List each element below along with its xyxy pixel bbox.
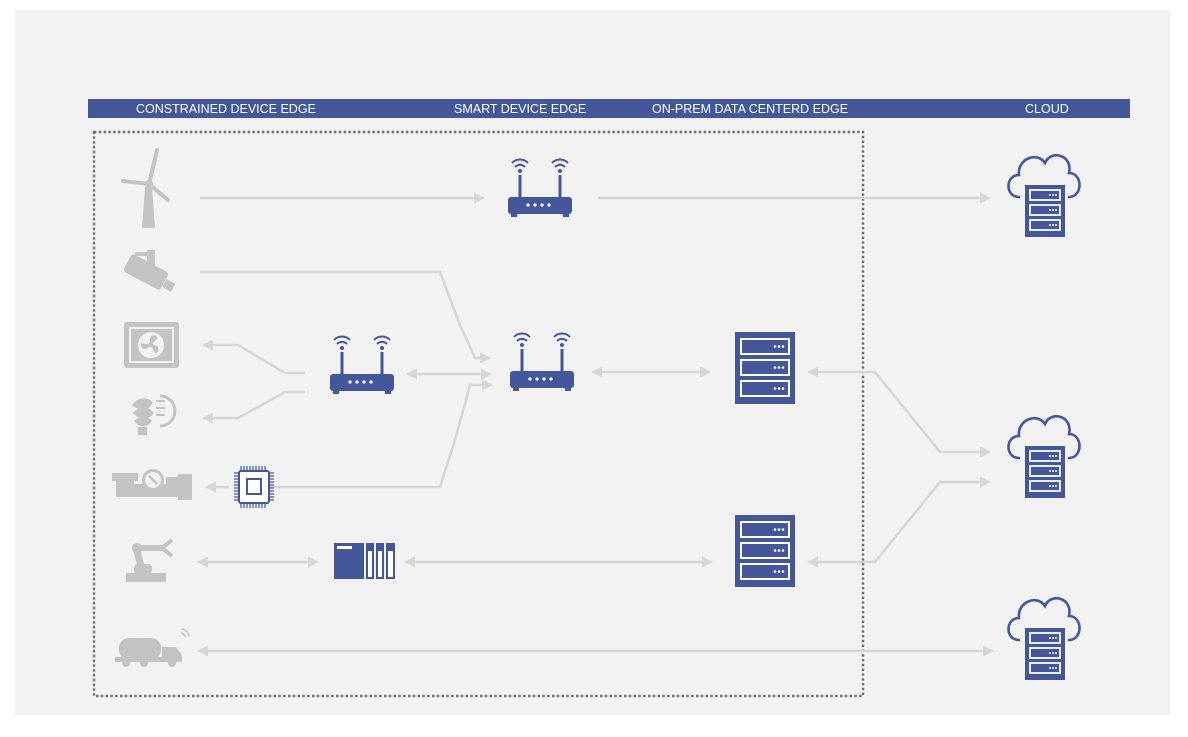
connector-hub-to-bulb bbox=[201, 390, 305, 424]
tanker-truck-icon bbox=[115, 628, 190, 667]
connector-chip-to-aggregation bbox=[265, 379, 494, 489]
wind-turbine-icon bbox=[121, 148, 170, 228]
cloud-server-icon bbox=[1007, 596, 1081, 682]
smart-bulb-icon bbox=[131, 394, 177, 435]
edge-boundary bbox=[92, 130, 865, 698]
connector-server-lower-to-cloud bbox=[806, 476, 992, 568]
hvac-fan-icon bbox=[124, 322, 179, 368]
router-icon bbox=[329, 335, 395, 395]
flow-meter-pipe-icon bbox=[112, 469, 192, 500]
security-camera-icon bbox=[123, 250, 176, 292]
architecture-diagram bbox=[92, 130, 1081, 698]
connector-server-upper-to-cloud bbox=[806, 366, 992, 458]
router-icon bbox=[509, 332, 575, 392]
microcontroller-chip-icon bbox=[234, 466, 274, 508]
cloud-server-icon bbox=[1007, 414, 1081, 500]
connector-camera-to-aggregation bbox=[200, 270, 492, 364]
plc-controller-icon bbox=[334, 543, 395, 579]
router-icon bbox=[507, 158, 573, 218]
robotic-arm-icon bbox=[126, 538, 174, 582]
server-rack-icon bbox=[734, 514, 796, 588]
connectors bbox=[196, 192, 995, 657]
connector-hub-to-fan bbox=[201, 339, 305, 375]
server-rack-icon bbox=[734, 331, 796, 405]
cloud-server-icon bbox=[1007, 153, 1081, 239]
